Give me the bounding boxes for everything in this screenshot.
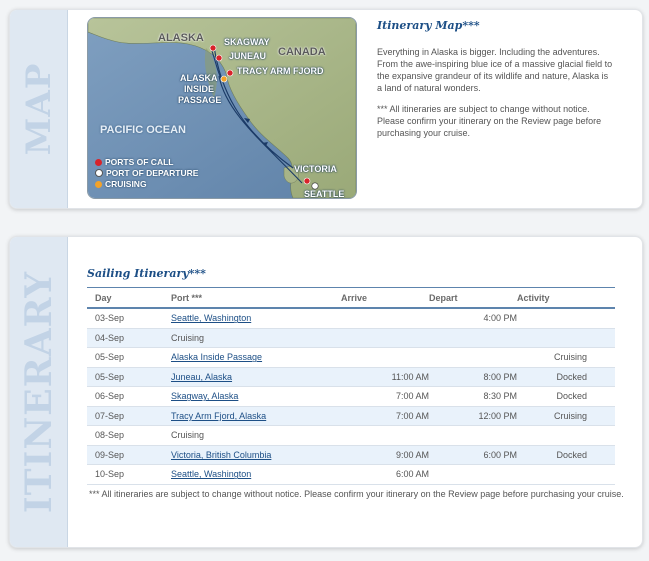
map-description-text: Everything in Alaska is bigger. Includin… <box>377 47 613 93</box>
cell-arrive <box>341 328 429 348</box>
cell-arrive: 6:00 AM <box>341 464 429 485</box>
map-label-inside-passage-1: ALASKA <box>180 73 218 83</box>
cell-day: 07-Sep <box>87 406 171 426</box>
column-header-activity: Activity <box>517 287 615 309</box>
cell-arrive <box>341 308 429 329</box>
cell-day: 03-Sep <box>87 308 171 329</box>
port-link[interactable]: Skagway, Alaska <box>171 391 238 401</box>
cell-arrive <box>341 425 429 446</box>
itinerary-table: Day Port *** Arrive Depart Activity 03-S… <box>87 287 615 485</box>
orange-dot-icon <box>95 181 102 188</box>
cell-day: 05-Sep <box>87 367 171 387</box>
column-header-arrive: Arrive <box>341 287 429 309</box>
itinerary-side-tab: ITINERARY <box>10 237 68 547</box>
map-legend: PORTS OF CALL PORT OF DEPARTURE CRUISING <box>95 157 198 190</box>
cell-activity: Docked <box>517 367 615 387</box>
cell-activity: Docked <box>517 386 615 407</box>
map-side-tab: MAP <box>10 10 68 208</box>
cell-depart <box>429 328 517 348</box>
cell-arrive: 11:00 AM <box>341 367 429 387</box>
itinerary-tab-label: ITINERARY <box>17 270 60 514</box>
table-row: 10-Sep Seattle, Washington 6:00 AM <box>87 464 615 485</box>
cell-day: 04-Sep <box>87 328 171 348</box>
itinerary-panel: ITINERARY Sailing Itinerary*** Day Port … <box>9 236 643 548</box>
table-row: 03-Sep Seattle, Washington 4:00 PM <box>87 308 615 329</box>
column-header-day: Day <box>87 287 171 309</box>
table-row: 07-Sep Tracy Arm Fjord, Alaska 7:00 AM 1… <box>87 406 615 426</box>
legend-item: PORTS OF CALL <box>95 157 198 168</box>
column-header-depart: Depart <box>429 287 517 309</box>
cell-depart <box>429 464 517 485</box>
cell-arrive: 7:00 AM <box>341 386 429 407</box>
legend-label-cruising: CRUISING <box>105 179 147 189</box>
cell-day: 05-Sep <box>87 347 171 368</box>
cell-depart: 6:00 PM <box>429 445 517 465</box>
cell-arrive: 9:00 AM <box>341 445 429 465</box>
cell-activity: Docked <box>517 445 615 465</box>
map-label-victoria: VICTORIA <box>294 164 337 174</box>
map-label-pacific-ocean: PACIFIC OCEAN <box>100 124 186 136</box>
white-dot-icon <box>95 169 103 177</box>
port-link[interactable]: Seattle, Washington <box>171 469 251 479</box>
table-row: 05-Sep Alaska Inside Passage Cruising <box>87 347 615 368</box>
port-link[interactable]: Alaska Inside Passage <box>171 352 262 362</box>
itinerary-footnote: *** All itineraries are subject to chang… <box>89 489 624 499</box>
cell-day: 10-Sep <box>87 464 171 485</box>
table-row: 09-Sep Victoria, British Columbia 9:00 A… <box>87 445 615 465</box>
red-dot-icon <box>95 159 102 166</box>
column-header-port: Port *** <box>171 287 341 309</box>
table-row: 08-Sep Cruising <box>87 425 615 446</box>
map-label-canada: CANADA <box>278 46 326 58</box>
port-link[interactable]: Victoria, British Columbia <box>171 450 271 460</box>
legend-label-ports: PORTS OF CALL <box>105 157 174 167</box>
map-label-skagway: SKAGWAY <box>224 37 270 47</box>
legend-label-departure: PORT OF DEPARTURE <box>106 168 199 178</box>
map-label-seattle: SEATTLE <box>304 189 345 199</box>
cell-day: 06-Sep <box>87 386 171 407</box>
port-link[interactable]: Juneau, Alaska <box>171 372 232 382</box>
map-description: Itinerary Map*** Everything in Alaska is… <box>377 19 613 148</box>
table-row: 04-Sep Cruising <box>87 328 615 348</box>
cell-port: Cruising <box>171 425 341 446</box>
cell-activity <box>517 464 615 485</box>
cell-depart: 8:30 PM <box>429 386 517 407</box>
map-tab-label: MAP <box>18 62 59 156</box>
itinerary-heading: Sailing Itinerary*** <box>87 267 206 280</box>
cell-activity: Cruising <box>517 347 615 368</box>
cell-port: Cruising <box>171 328 341 348</box>
map-label-inside-passage-2: INSIDE <box>184 84 215 94</box>
map-label-tracy-arm: TRACY ARM FJORD <box>237 66 324 76</box>
map-label-juneau: JUNEAU <box>229 51 267 61</box>
table-row: 06-Sep Skagway, Alaska 7:00 AM 8:30 PM D… <box>87 386 615 407</box>
cell-activity <box>517 308 615 329</box>
map-label-inside-passage-3: PASSAGE <box>178 95 222 105</box>
cell-day: 08-Sep <box>87 425 171 446</box>
legend-item: PORT OF DEPARTURE <box>95 168 198 179</box>
cell-depart: 12:00 PM <box>429 406 517 426</box>
port-link[interactable]: Seattle, Washington <box>171 313 251 323</box>
cell-depart: 8:00 PM <box>429 367 517 387</box>
cell-arrive: 7:00 AM <box>341 406 429 426</box>
cell-depart <box>429 347 517 368</box>
table-row: 05-Sep Juneau, Alaska 11:00 AM 8:00 PM D… <box>87 367 615 387</box>
map-panel: MAP ALASKA CANADA PACIFIC OCEAN SKAGWAY … <box>9 9 643 209</box>
port-link[interactable]: Tracy Arm Fjord, Alaska <box>171 411 266 421</box>
cell-activity <box>517 425 615 446</box>
cell-activity <box>517 328 615 348</box>
cell-depart: 4:00 PM <box>429 308 517 329</box>
map-heading: Itinerary Map*** <box>377 19 480 32</box>
table-header-row: Day Port *** Arrive Depart Activity <box>87 287 615 309</box>
cell-depart <box>429 425 517 446</box>
cell-activity: Cruising <box>517 406 615 426</box>
itinerary-map-image: ALASKA CANADA PACIFIC OCEAN SKAGWAY JUNE… <box>87 17 357 199</box>
cell-day: 09-Sep <box>87 445 171 465</box>
cell-arrive <box>341 347 429 368</box>
legend-item: CRUISING <box>95 179 198 190</box>
map-label-alaska: ALASKA <box>158 32 204 44</box>
map-disclaimer-text: *** All itineraries are subject to chang… <box>377 104 602 138</box>
